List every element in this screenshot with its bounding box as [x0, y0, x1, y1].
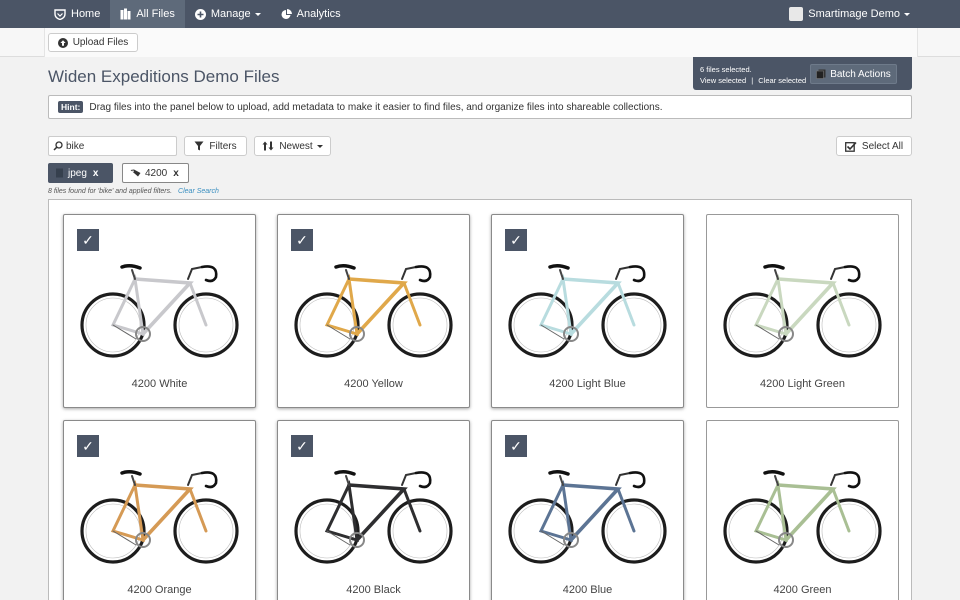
file-thumbnail[interactable]	[721, 255, 884, 370]
file-thumbnail[interactable]	[292, 255, 455, 370]
bicycle-image	[508, 469, 667, 564]
upload-toolbar-strip	[44, 28, 918, 57]
file-name[interactable]: 4200 Light Blue	[492, 378, 683, 390]
tag-icon	[130, 169, 141, 177]
bicycle-image	[723, 263, 882, 358]
file-grid-panel: ✓ 4200 White ✓ 4200 Yellow ✓ 4200 Light Blue 4…	[48, 199, 912, 600]
file-thumbnail[interactable]	[506, 255, 669, 370]
selection-links: View selected | Clear selected	[700, 76, 806, 85]
upload-toolbar: Upload Files	[0, 28, 960, 57]
search-icon	[53, 141, 63, 151]
clear-search-link[interactable]: Clear Search	[178, 188, 219, 195]
file-name[interactable]: 4200 Blue	[492, 584, 683, 596]
file-card[interactable]: ✓ 4200 Yellow	[277, 214, 470, 408]
user-menu[interactable]: Smartimage Demo	[789, 7, 910, 21]
file-name[interactable]: 4200 Orange	[64, 584, 255, 596]
checkbox-icon	[844, 141, 857, 152]
hint-box: Hint: Drag files into the panel below to…	[48, 95, 912, 119]
view-selected-link[interactable]: View selected	[700, 76, 746, 85]
nav-home-label: Home	[71, 8, 101, 20]
pie-chart-icon	[281, 8, 292, 20]
file-card[interactable]: ✓ 4200 White	[63, 214, 256, 408]
page-title: Widen Expeditions Demo Files	[48, 67, 280, 86]
selection-count: 6 files selected.	[700, 65, 752, 74]
selection-separator: |	[751, 76, 754, 85]
upload-files-button[interactable]: Upload Files	[48, 33, 138, 52]
filters-button[interactable]: Filters	[184, 136, 247, 156]
file-card[interactable]: ✓ 4200 Black	[277, 420, 470, 600]
bicycle-image	[80, 469, 239, 564]
avatar	[789, 7, 804, 21]
file-name[interactable]: 4200 Yellow	[278, 378, 469, 390]
hint-tag: Hint:	[58, 101, 84, 113]
file-name[interactable]: 4200 Green	[707, 584, 898, 596]
selection-panel: 6 files selected. View selected | Clear …	[693, 57, 912, 90]
select-checkbox[interactable]: ✓	[505, 229, 527, 251]
filters-label: Filters	[209, 140, 237, 152]
sort-arrows-icon	[262, 141, 274, 151]
file-thumbnail[interactable]	[78, 255, 241, 370]
file-card[interactable]: ✓ 4200 Orange	[63, 420, 256, 600]
files-stack-icon	[816, 69, 826, 79]
file-name[interactable]: 4200 Black	[278, 584, 469, 596]
filter-funnel-icon	[194, 141, 204, 151]
batch-actions-label: Batch Actions	[830, 68, 891, 80]
file-name[interactable]: 4200 White	[64, 378, 255, 390]
filter-chip-label: jpeg	[68, 167, 87, 179]
file-card[interactable]: ✓ 4200 Light Blue	[491, 214, 684, 408]
bicycle-image	[294, 469, 453, 564]
user-name: Smartimage Demo	[808, 8, 900, 20]
remove-filter-4200[interactable]: x	[173, 168, 179, 179]
file-thumbnail[interactable]	[721, 461, 884, 576]
select-checkbox[interactable]: ✓	[77, 229, 99, 251]
search-input[interactable]	[66, 140, 166, 152]
filter-chip-4200: 4200 x	[122, 163, 189, 183]
file-card[interactable]: ✓ 4200 Blue	[491, 420, 684, 600]
nav-all-files[interactable]: All Files	[110, 0, 185, 28]
bicycle-image	[508, 263, 667, 358]
nav-manage-label: Manage	[210, 8, 251, 20]
select-all-button[interactable]: Select All	[836, 136, 912, 156]
chevron-down-icon	[316, 144, 323, 148]
hint-text: Drag files into the panel below to uploa…	[89, 101, 663, 113]
file-thumbnail[interactable]	[506, 461, 669, 576]
remove-filter-jpeg[interactable]: x	[93, 168, 99, 179]
nav-analytics[interactable]: Analytics	[271, 0, 351, 28]
file-card[interactable]: 4200 Light Green	[706, 214, 899, 408]
files-icon	[120, 8, 131, 20]
file-thumbnail[interactable]	[292, 461, 455, 576]
top-navbar: Home All Files Manage Analytics Smartima…	[0, 0, 960, 28]
batch-actions-button[interactable]: Batch Actions	[810, 64, 897, 84]
nav-all-files-label: All Files	[136, 8, 175, 20]
nav-manage[interactable]: Manage	[185, 0, 271, 28]
nav-analytics-label: Analytics	[296, 8, 341, 20]
sort-label: Newest	[279, 140, 313, 152]
file-name[interactable]: 4200 Light Green	[707, 378, 898, 390]
bicycle-image	[723, 469, 882, 564]
filter-chip-jpeg: jpeg x	[48, 163, 113, 183]
select-checkbox[interactable]: ✓	[291, 229, 313, 251]
chevron-down-icon	[904, 12, 910, 16]
file-thumbnail[interactable]	[78, 461, 241, 576]
upload-icon	[57, 37, 68, 48]
bicycle-image	[294, 263, 453, 358]
nav-home[interactable]: Home	[44, 0, 110, 28]
select-checkbox[interactable]: ✓	[77, 435, 99, 457]
plus-circle-icon	[194, 8, 206, 20]
filter-chip-label: 4200	[145, 167, 168, 179]
chevron-down-icon	[254, 12, 261, 16]
upload-files-label: Upload Files	[72, 37, 129, 48]
select-all-label: Select All	[861, 140, 904, 152]
clear-selected-link[interactable]: Clear selected	[758, 76, 806, 85]
select-checkbox[interactable]: ✓	[505, 435, 527, 457]
sort-dropdown[interactable]: Newest	[254, 136, 331, 156]
file-icon	[55, 168, 64, 178]
bicycle-image	[80, 263, 239, 358]
file-card[interactable]: 4200 Green	[706, 420, 899, 600]
search-box[interactable]	[48, 136, 177, 156]
shield-icon	[54, 8, 66, 20]
select-checkbox[interactable]: ✓	[291, 435, 313, 457]
results-summary: 8 files found for 'bike' and applied fil…	[48, 188, 219, 195]
results-count: 8 files found for 'bike' and applied fil…	[48, 188, 173, 195]
